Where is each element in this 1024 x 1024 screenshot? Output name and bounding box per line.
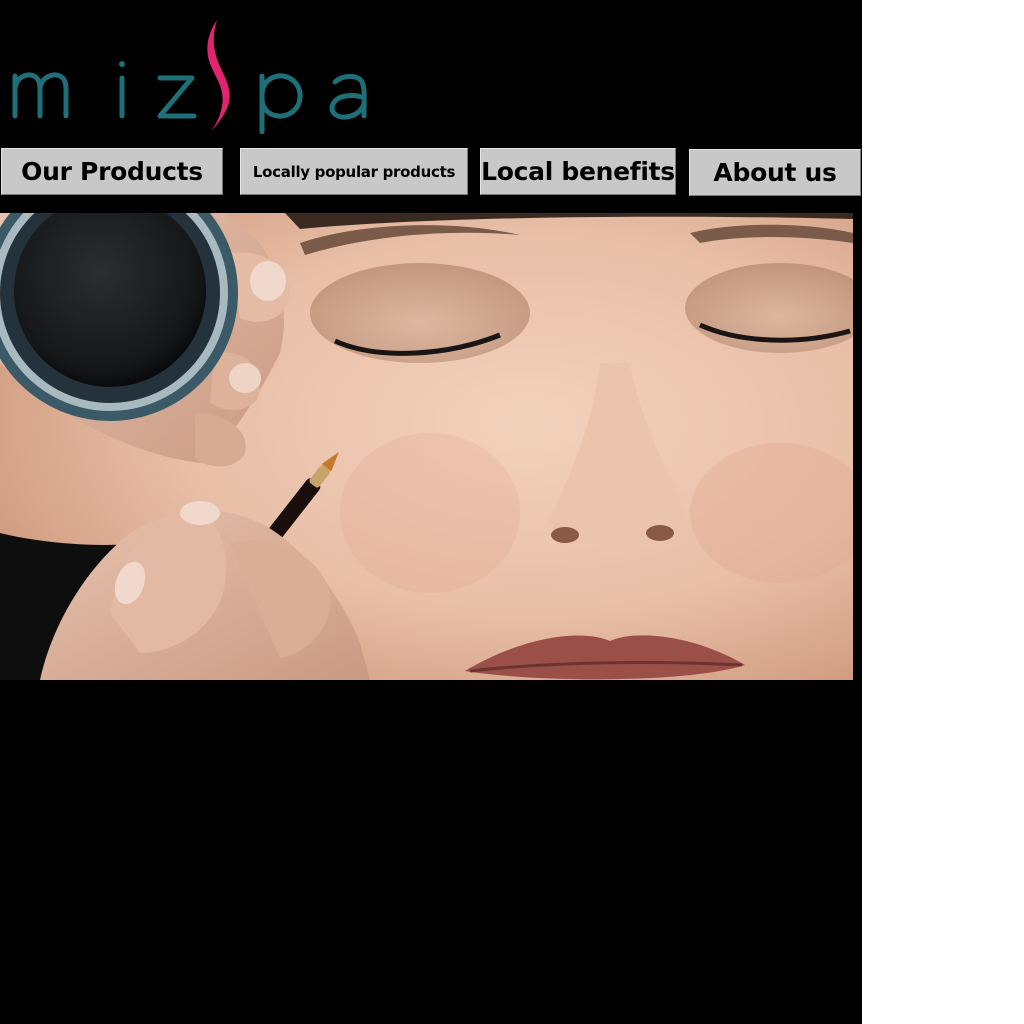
- page-background: Our Products Locally popular products Lo…: [0, 0, 862, 1024]
- nav-locally-popular-products-button[interactable]: Locally popular products: [240, 148, 468, 195]
- nav-about-us-label: About us: [713, 158, 837, 187]
- nav-local-benefits-label: Local benefits: [481, 157, 675, 186]
- mizspa-logo[interactable]: [10, 18, 380, 134]
- nav-about-us-button[interactable]: About us: [689, 149, 861, 196]
- nav-locally-popular-products-label: Locally popular products: [252, 162, 456, 181]
- hero-makeup-photo: [0, 213, 853, 680]
- nav-our-products-label: Our Products: [21, 157, 203, 186]
- logo-graphic: [12, 20, 367, 134]
- nav-our-products-button[interactable]: Our Products: [1, 148, 223, 195]
- nav-local-benefits-button[interactable]: Local benefits: [480, 148, 676, 195]
- hero-illustration: [0, 213, 853, 680]
